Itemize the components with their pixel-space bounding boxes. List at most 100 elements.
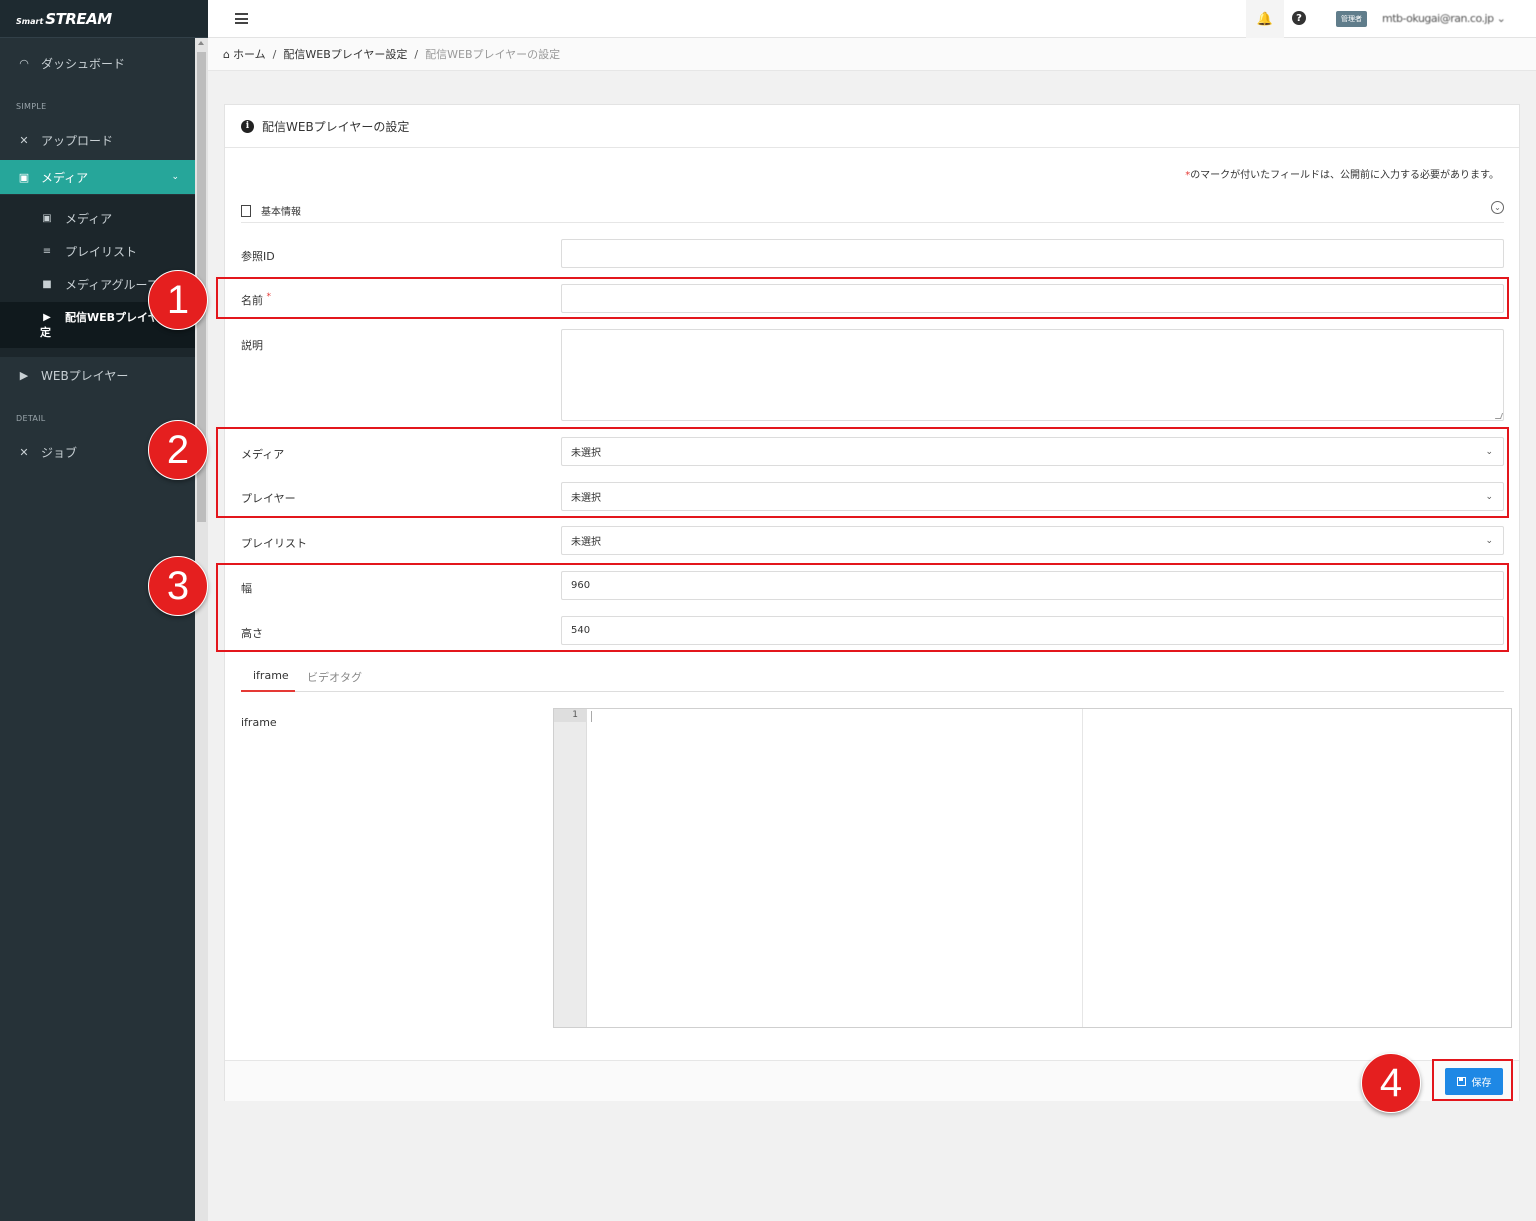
chevron-down-icon: ⌄ bbox=[1496, 12, 1506, 25]
sidebar-section-simple: SIMPLE bbox=[16, 102, 47, 111]
document-icon bbox=[241, 204, 251, 217]
info-icon: i bbox=[241, 119, 254, 133]
playlist-select-value: 未選択 bbox=[571, 537, 601, 548]
sidebar-item-label: プレイリスト bbox=[65, 244, 138, 259]
sidebar-item-label: メディアグループ bbox=[65, 277, 159, 292]
sidebar-subitem-media[interactable]: ▣ メディア bbox=[0, 203, 195, 233]
playlist-select[interactable]: 未選択 ⌄ bbox=[561, 526, 1504, 555]
dashboard-icon: ◠ bbox=[19, 56, 29, 70]
save-icon bbox=[1456, 1077, 1466, 1086]
save-button[interactable]: 保存 bbox=[1445, 1068, 1503, 1095]
playlist-icon: ≡ bbox=[42, 245, 52, 257]
page-title: 配信WEBプレイヤーの設定 bbox=[262, 119, 410, 134]
annotation-badge-2: 2 bbox=[148, 420, 208, 480]
code-editor[interactable]: 1 bbox=[553, 708, 1512, 1028]
line-number: 1 bbox=[554, 709, 587, 722]
sidebar-item-upload[interactable]: ✕ アップロード bbox=[0, 123, 195, 157]
bell-icon[interactable]: 🔔 bbox=[1246, 0, 1284, 38]
breadcrumb-level1[interactable]: 配信WEBプレイヤー設定 bbox=[283, 46, 407, 62]
help-icon[interactable]: ? bbox=[1292, 11, 1306, 25]
print-margin bbox=[1082, 709, 1083, 1027]
required-star: * bbox=[266, 292, 272, 302]
sidebar-item-label: メディア bbox=[41, 170, 89, 185]
width-label: 幅 bbox=[241, 582, 252, 595]
section-title: 基本情報 bbox=[261, 207, 301, 218]
sidebar-item-media[interactable]: ▣ メディア ⌄ bbox=[0, 160, 195, 194]
required-note: *のマークが付いたフィールドは、公開前に入力する必要があります。 bbox=[1185, 166, 1499, 181]
height-value: 540 bbox=[571, 625, 591, 636]
breadcrumb-home[interactable]: ホーム bbox=[233, 46, 266, 62]
card-header: i 配信WEBプレイヤーの設定 bbox=[225, 105, 1519, 148]
sidebar-item-label: ジョブ bbox=[41, 445, 78, 460]
description-label: 説明 bbox=[241, 339, 263, 352]
collapse-toggle-icon[interactable]: ⌄ bbox=[1491, 201, 1504, 214]
height-input[interactable]: 540 bbox=[561, 616, 1504, 645]
film-icon: ▣ bbox=[42, 212, 52, 224]
film-icon: ▣ bbox=[18, 170, 30, 184]
tab-iframe[interactable]: iframe bbox=[253, 669, 289, 682]
code-tabs: iframe ビデオタグ bbox=[241, 661, 1504, 692]
breadcrumb: ⌂ ホーム / 配信WEBプレイヤー設定 / 配信WEBプレイヤーの設定 bbox=[208, 38, 1536, 71]
sidebar-item-label: アップロード bbox=[41, 133, 114, 148]
sidebar-scrollbar[interactable] bbox=[195, 38, 208, 1221]
sidebar-item-label: WEBプレイヤー bbox=[41, 368, 129, 383]
iframe-code-label: iframe bbox=[241, 716, 277, 729]
height-label: 高さ bbox=[241, 627, 263, 640]
chevron-down-icon: ⌄ bbox=[1485, 447, 1493, 457]
scroll-up-icon[interactable] bbox=[198, 41, 204, 45]
ref-id-label: 参照ID bbox=[241, 250, 275, 263]
tab-video-tag[interactable]: ビデオタグ bbox=[307, 669, 362, 685]
text-cursor bbox=[591, 711, 592, 722]
wand-icon: ✕ bbox=[19, 133, 29, 147]
sidebar-item-label: ダッシュボード bbox=[41, 56, 126, 71]
breadcrumb-current: 配信WEBプレイヤーの設定 bbox=[425, 48, 561, 61]
annotation-badge-1: 1 bbox=[148, 270, 208, 330]
sidebar-item-label: メディア bbox=[65, 211, 113, 226]
topbar: 🔔 ? 管理者 mtb-okugai@ran.co.jp ⌄ bbox=[208, 0, 1536, 38]
logo-small-text: Smart bbox=[16, 17, 44, 26]
width-input[interactable]: 960 bbox=[561, 571, 1504, 600]
sidebar-item-dashboard[interactable]: ◠ ダッシュボード bbox=[0, 46, 195, 80]
sidebar-item-web-player[interactable]: ▶ WEBプレイヤー bbox=[0, 358, 195, 392]
sidebar-subitem-playlist[interactable]: ≡ プレイリスト bbox=[0, 236, 195, 266]
width-value: 960 bbox=[571, 580, 591, 591]
active-tab-indicator bbox=[241, 690, 295, 692]
username: mtb-okugai@ran.co.jp bbox=[1382, 12, 1494, 25]
home-icon[interactable]: ⌂ bbox=[223, 48, 230, 61]
media-label: メディア bbox=[241, 448, 285, 461]
user-menu[interactable]: mtb-okugai@ran.co.jp ⌄ bbox=[1382, 12, 1506, 25]
card-footer: 保存 bbox=[225, 1060, 1519, 1101]
wand-icon: ✕ bbox=[19, 445, 29, 459]
save-button-label: 保存 bbox=[1471, 1078, 1492, 1089]
player-select-value: 未選択 bbox=[571, 493, 601, 504]
role-badge: 管理者 bbox=[1336, 11, 1367, 27]
playlist-label: プレイリスト bbox=[241, 537, 307, 550]
name-input[interactable] bbox=[561, 284, 1504, 313]
chevron-down-icon: ⌄ bbox=[1485, 536, 1493, 546]
ref-id-input[interactable] bbox=[561, 239, 1504, 268]
folder-icon: ■ bbox=[42, 278, 52, 290]
editor-gutter bbox=[554, 709, 587, 1027]
logo-big-text: STREAM bbox=[45, 9, 112, 28]
settings-card: i 配信WEBプレイヤーの設定 *のマークが付いたフィールドは、公開前に入力する… bbox=[224, 104, 1520, 1101]
annotation-badge-3: 3 bbox=[148, 556, 208, 616]
menu-toggle-icon[interactable] bbox=[235, 13, 248, 24]
description-textarea[interactable] bbox=[561, 329, 1504, 421]
required-note-text: のマークが付いたフィールドは、公開前に入力する必要があります。 bbox=[1190, 170, 1499, 181]
youtube-icon: ▶ bbox=[43, 312, 51, 323]
youtube-icon: ▶ bbox=[19, 368, 29, 382]
sidebar-section-detail: DETAIL bbox=[16, 414, 46, 423]
annotation-badge-4: 4 bbox=[1361, 1053, 1421, 1113]
player-label: プレイヤー bbox=[241, 492, 296, 505]
media-select-value: 未選択 bbox=[571, 448, 601, 459]
name-label-text: 名前 bbox=[241, 294, 263, 307]
media-select[interactable]: 未選択 ⌄ bbox=[561, 437, 1504, 466]
chevron-down-icon: ⌄ bbox=[171, 172, 179, 182]
player-select[interactable]: 未選択 ⌄ bbox=[561, 482, 1504, 511]
chevron-down-icon: ⌄ bbox=[1485, 492, 1493, 502]
resize-handle-icon[interactable] bbox=[1494, 413, 1504, 419]
section-basic-info[interactable]: 基本情報 ⌄ bbox=[241, 199, 1504, 223]
name-label: 名前 * bbox=[241, 292, 271, 308]
sidebar-item-label-wrap: 定 bbox=[40, 326, 51, 339]
brand-logo[interactable]: Smart STREAM bbox=[0, 0, 208, 38]
